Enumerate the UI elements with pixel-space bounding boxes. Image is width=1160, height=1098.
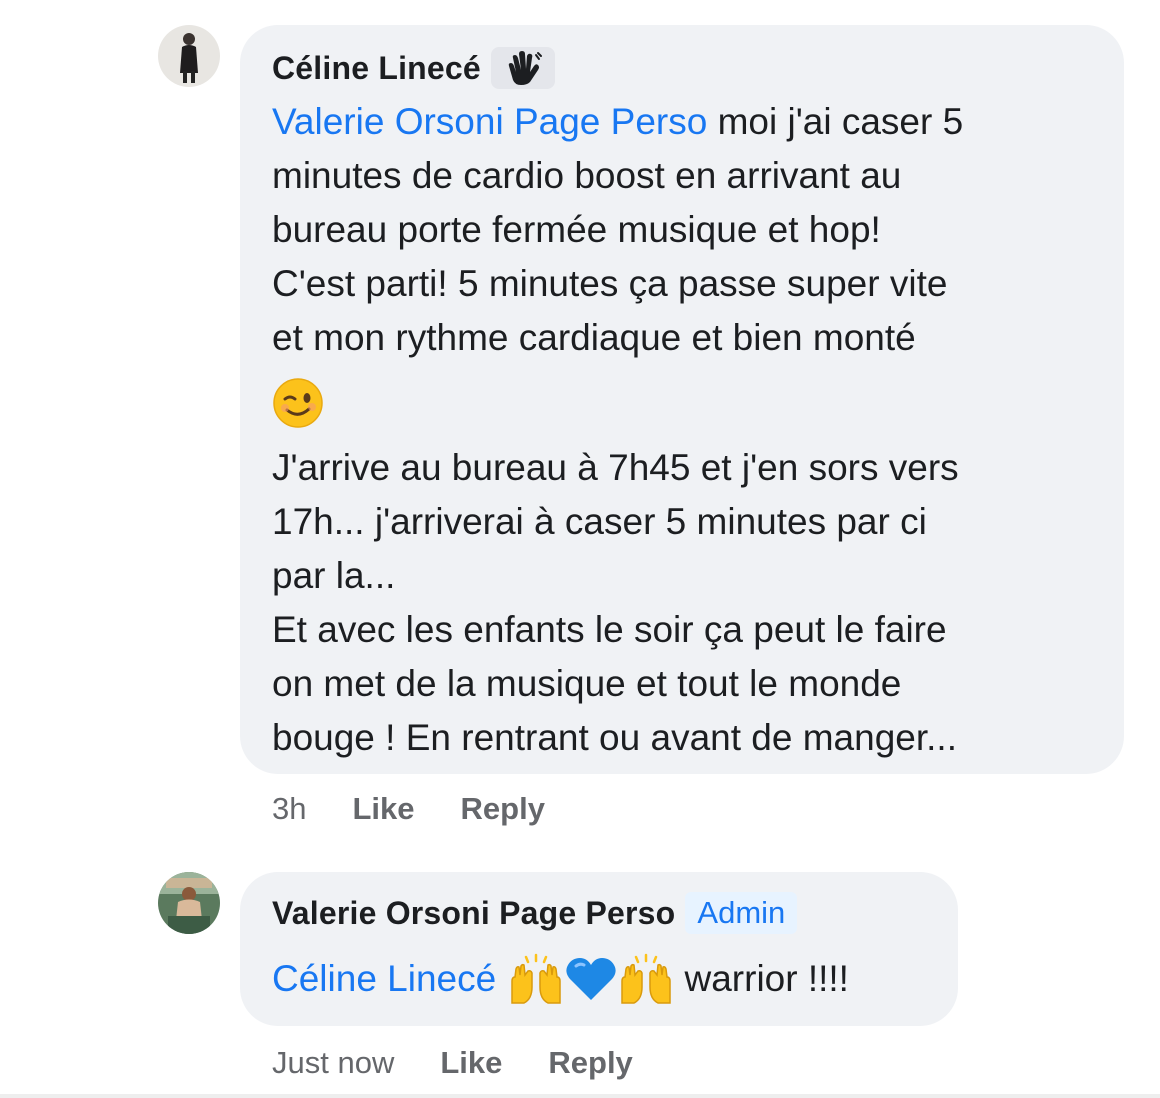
winking-face-emoji bbox=[273, 378, 323, 428]
comment-bubble: Céline Linecé Valerie Orsoni Page Perso … bbox=[240, 25, 1124, 774]
comment-text: minutes de cardio boost en arrivant au bbox=[272, 155, 902, 196]
comment-thread: Céline Linecé Valerie Orsoni Page Perso … bbox=[0, 0, 1160, 1098]
comment-actions: 3h Like Reply bbox=[272, 786, 591, 832]
like-button[interactable]: Like bbox=[352, 791, 414, 827]
comment-text: warrior !!!! bbox=[674, 958, 849, 999]
waving-hand-icon[interactable] bbox=[490, 47, 555, 89]
avatar-celine[interactable] bbox=[158, 25, 220, 87]
comment-body: Céline Linecé warrior !!!! bbox=[272, 952, 928, 1006]
raising-hands-emoji bbox=[511, 953, 561, 1004]
reply-button[interactable]: Reply bbox=[548, 1045, 632, 1081]
comment-text: par la... bbox=[272, 555, 396, 596]
comment-body: Valerie Orsoni Page Perso moi j'ai caser… bbox=[272, 95, 1094, 765]
admin-badge: Admin bbox=[685, 892, 798, 934]
comment-bubble: Valerie Orsoni Page Perso Admin Céline L… bbox=[240, 872, 958, 1026]
comment-author[interactable]: Valerie Orsoni Page Perso bbox=[272, 895, 675, 932]
comment-text: C'est parti! 5 minutes ça passe super vi… bbox=[272, 263, 948, 304]
blue-heart-emoji bbox=[566, 958, 616, 1000]
comment-text: moi j'ai caser 5 bbox=[707, 101, 964, 142]
timestamp[interactable]: 3h bbox=[272, 791, 306, 827]
raising-hands-emoji bbox=[621, 953, 671, 1004]
profile-photo-icon bbox=[158, 25, 220, 87]
avatar-valerie[interactable] bbox=[158, 872, 220, 934]
like-button[interactable]: Like bbox=[440, 1045, 502, 1081]
comment-text: bureau porte fermée musique et hop! bbox=[272, 209, 881, 250]
comment-text: Et avec les enfants le soir ça peut le f… bbox=[272, 609, 947, 650]
profile-photo-icon bbox=[158, 872, 220, 934]
comment-text: bouge ! En rentrant ou avant de manger..… bbox=[272, 717, 957, 758]
reply-button[interactable]: Reply bbox=[461, 791, 545, 827]
comment-text: on met de la musique et tout le monde bbox=[272, 663, 902, 704]
divider bbox=[0, 1094, 1160, 1098]
comment-actions: Just now Like Reply bbox=[272, 1040, 679, 1086]
timestamp[interactable]: Just now bbox=[272, 1045, 394, 1081]
comment-text: et mon rythme cardiaque et bien monté bbox=[272, 317, 916, 358]
comment-text: 17h... j'arriverai à caser 5 minutes par… bbox=[272, 501, 927, 542]
comment-author[interactable]: Céline Linecé bbox=[272, 50, 481, 87]
mention-link[interactable]: Céline Linecé bbox=[272, 952, 496, 1006]
comment-text: J'arrive au bureau à 7h45 et j'en sors v… bbox=[272, 447, 959, 488]
mention-link[interactable]: Valerie Orsoni Page Perso bbox=[272, 101, 707, 142]
